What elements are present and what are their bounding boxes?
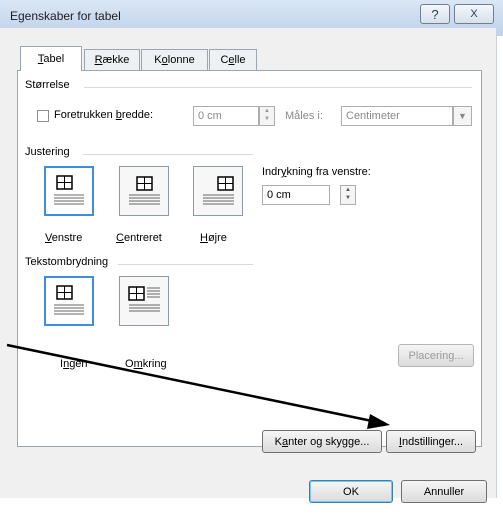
- tab-raekke[interactable]: Række: [84, 49, 140, 70]
- close-button[interactable]: X: [454, 4, 494, 24]
- borders-shading-button[interactable]: Kanter og skygge...: [262, 430, 382, 453]
- help-button[interactable]: ?: [420, 4, 450, 24]
- align-center-icon: [129, 176, 160, 205]
- indent-spinner[interactable]: ▲ ▼: [340, 185, 356, 205]
- wrap-around-label: Omkring: [125, 358, 167, 370]
- ok-button[interactable]: OK: [309, 480, 393, 503]
- measure-label: Måles i:: [285, 110, 323, 122]
- preferred-width-input[interactable]: 0 cm: [193, 106, 259, 126]
- cancel-button[interactable]: Annuller: [401, 480, 487, 503]
- preferred-width-label: Foretrukken bredde:: [54, 109, 154, 121]
- align-right-label: Højre: [200, 232, 227, 244]
- wrapping-heading: Tekstombrydning: [25, 256, 109, 268]
- tab-celle[interactable]: Celle: [209, 49, 257, 70]
- wrap-none-icon: [54, 285, 84, 315]
- size-heading: Størrelse: [25, 79, 70, 91]
- tab-label: Række: [94, 54, 130, 66]
- align-left-icon: [54, 175, 84, 205]
- indent-label: Indrykning fra venstre:: [262, 166, 371, 178]
- wrap-none-option[interactable]: [44, 276, 94, 326]
- width-spinner[interactable]: ▲ ▼: [259, 106, 275, 126]
- chevron-down-icon[interactable]: ▼: [453, 106, 472, 126]
- window-title: Egenskaber for tabel: [10, 9, 121, 23]
- tab-label: Tabel: [37, 53, 65, 65]
- alignment-heading: Justering: [25, 146, 70, 158]
- help-icon: ?: [431, 6, 439, 22]
- measure-select[interactable]: Centimeter: [341, 106, 453, 126]
- wrap-around-option[interactable]: [119, 276, 169, 326]
- close-icon: X: [470, 8, 478, 20]
- wrap-none-label: Ingen: [60, 358, 88, 370]
- align-left-label: Venstre: [45, 232, 83, 244]
- align-right-icon: [203, 176, 234, 205]
- align-left-option[interactable]: [44, 166, 94, 216]
- options-button[interactable]: Indstillinger...: [386, 430, 476, 453]
- indent-input[interactable]: 0 cm: [262, 185, 330, 205]
- wrapping-divider: [118, 264, 253, 265]
- alignment-divider: [83, 154, 253, 155]
- preferred-width-checkbox[interactable]: [37, 110, 49, 122]
- options-label: Indstillinger...: [398, 435, 464, 448]
- wrap-around-icon: [128, 286, 160, 312]
- tab-kolonne[interactable]: Kolonne: [141, 49, 208, 70]
- tab-label: Kolonne: [154, 54, 195, 66]
- align-right-option[interactable]: [193, 166, 243, 216]
- measure-value: Centimeter: [346, 110, 400, 122]
- align-center-label: Centreret: [116, 232, 162, 244]
- borders-shading-label: Kanter og skygge...: [274, 435, 370, 448]
- tab-tabel[interactable]: Tabel: [20, 46, 82, 71]
- align-center-option[interactable]: [119, 166, 169, 216]
- tab-label: Celle: [220, 54, 246, 66]
- size-divider: [84, 87, 472, 88]
- positioning-button[interactable]: Placering...: [398, 344, 474, 367]
